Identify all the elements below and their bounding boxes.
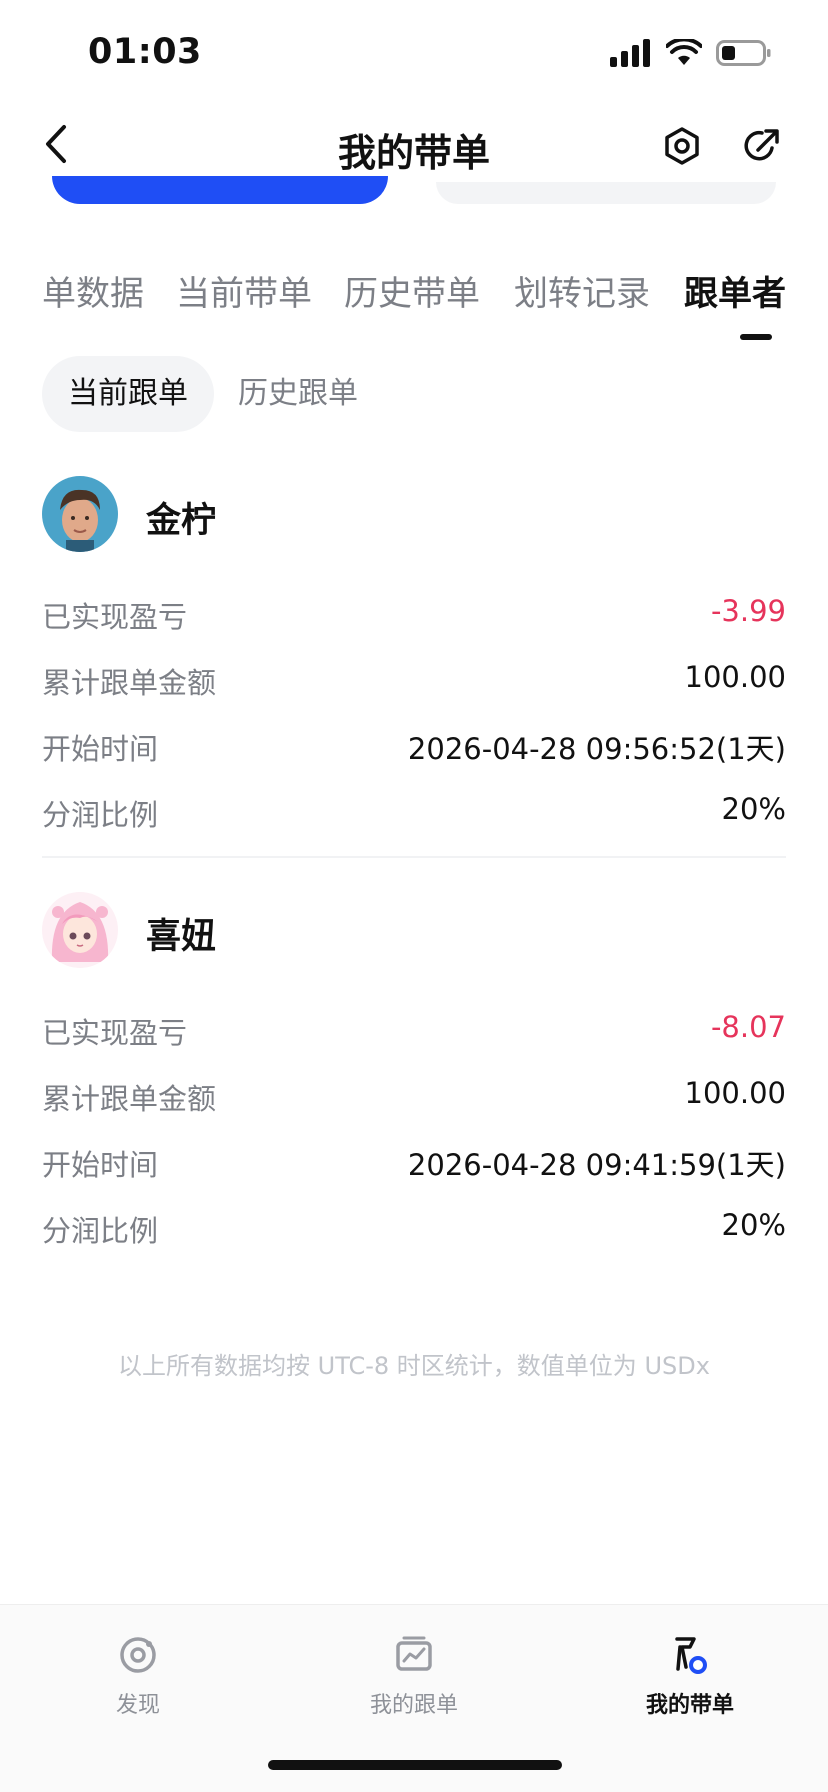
status-icons xyxy=(610,38,772,68)
stat-value: -8.07 xyxy=(710,1010,786,1044)
wifi-icon xyxy=(666,39,702,65)
settings-hexagon-icon xyxy=(665,127,699,165)
tab-history-lead[interactable]: 历史带单 xyxy=(344,266,480,315)
tab-data[interactable]: 单数据 xyxy=(42,266,144,315)
stat-row-profit-share: 分润比例 20% xyxy=(42,786,786,852)
follower-card: 喜妞 已实现盈亏 -8.07 累计跟单金额 100.00 开始时间 2026-0… xyxy=(42,892,786,1268)
stat-label: 已实现盈亏 xyxy=(42,600,188,634)
avatar-anime-girl-icon xyxy=(42,892,118,968)
stat-row-start-time: 开始时间 2026-04-28 09:56:52(1天) xyxy=(42,720,786,786)
stat-row-realized-pnl: 已实现盈亏 -3.99 xyxy=(42,588,786,654)
stat-row-total-amount: 累计跟单金额 100.00 xyxy=(42,654,786,720)
scrolled-card-primary xyxy=(52,176,388,204)
stat-row-profit-share: 分润比例 20% xyxy=(42,1202,786,1268)
tab-indicator xyxy=(740,334,772,340)
stat-value: -3.99 xyxy=(710,594,786,628)
bottom-tab-discover[interactable]: 发现 xyxy=(38,1633,238,1719)
avatar xyxy=(42,892,118,968)
page-title: 我的带单 xyxy=(337,131,490,175)
stat-value: 2026-04-28 09:56:52(1天) xyxy=(407,732,786,766)
follower-header: 喜妞 xyxy=(42,892,786,970)
home-indicator xyxy=(268,1760,562,1770)
stat-value: 20% xyxy=(721,1208,786,1242)
timezone-footnote: 以上所有数据均按 UTC-8 时区统计，数值单位为 USDx xyxy=(118,1352,710,1380)
stat-label: 已实现盈亏 xyxy=(42,1016,188,1050)
settings-button[interactable] xyxy=(662,126,702,166)
stat-label: 分润比例 xyxy=(42,1214,159,1248)
lead-icon xyxy=(675,1637,707,1674)
stat-label: 开始时间 xyxy=(42,732,159,766)
signal-icon xyxy=(610,39,650,67)
bottom-tab-label: 我的跟单 xyxy=(369,1693,458,1718)
bottom-tab-label: 发现 xyxy=(115,1693,160,1718)
stat-label: 累计跟单金额 xyxy=(42,1082,217,1116)
tab-bar: 单数据 当前带单 历史带单 划转记录 跟单者 xyxy=(0,266,828,336)
segment-history-follow[interactable]: 历史跟单 xyxy=(238,356,358,432)
follower-card: 金柠 已实现盈亏 -3.99 累计跟单金额 100.00 开始时间 2026-0… xyxy=(42,476,786,852)
stat-value: 100.00 xyxy=(684,1076,786,1110)
stat-label: 累计跟单金额 xyxy=(42,666,217,700)
follower-header: 金柠 xyxy=(42,476,786,554)
tab-transfer-records[interactable]: 划转记录 xyxy=(514,266,650,315)
stat-row-realized-pnl: 已实现盈亏 -8.07 xyxy=(42,1004,786,1070)
share-button[interactable] xyxy=(742,126,782,166)
status-bar: 01:03 xyxy=(0,0,828,100)
bottom-tab-my-lead[interactable]: 我的带单 xyxy=(590,1633,790,1719)
avatar xyxy=(42,476,118,552)
stat-value: 100.00 xyxy=(684,660,786,694)
status-time: 01:03 xyxy=(88,32,202,72)
chart-icon xyxy=(396,1636,432,1671)
bottom-tab-my-follow[interactable]: 我的跟单 xyxy=(314,1633,514,1719)
stat-value: 2026-04-28 09:41:59(1天) xyxy=(407,1148,786,1182)
divider xyxy=(42,856,786,858)
tab-followers[interactable]: 跟单者 xyxy=(684,266,786,315)
tab-current-lead[interactable]: 当前带单 xyxy=(176,266,312,315)
stat-label: 开始时间 xyxy=(42,1148,159,1182)
follower-stats: 已实现盈亏 -8.07 累计跟单金额 100.00 开始时间 2026-04-2… xyxy=(42,1004,786,1268)
stat-row-start-time: 开始时间 2026-04-28 09:41:59(1天) xyxy=(42,1136,786,1202)
scrolled-card-secondary xyxy=(436,182,776,204)
discover-icon xyxy=(120,1637,156,1673)
avatar-man-icon xyxy=(42,476,118,552)
follower-name: 金柠 xyxy=(146,501,217,541)
stat-value: 20% xyxy=(721,792,786,826)
share-icon xyxy=(744,129,779,161)
bottom-tab-label: 我的带单 xyxy=(645,1693,734,1718)
follower-stats: 已实现盈亏 -3.99 累计跟单金额 100.00 开始时间 2026-04-2… xyxy=(42,588,786,852)
segment-current-follow[interactable]: 当前跟单 xyxy=(42,356,214,432)
stat-row-total-amount: 累计跟单金额 100.00 xyxy=(42,1070,786,1136)
battery-icon xyxy=(716,40,771,66)
follower-name: 喜妞 xyxy=(146,917,217,957)
stat-label: 分润比例 xyxy=(42,798,159,832)
